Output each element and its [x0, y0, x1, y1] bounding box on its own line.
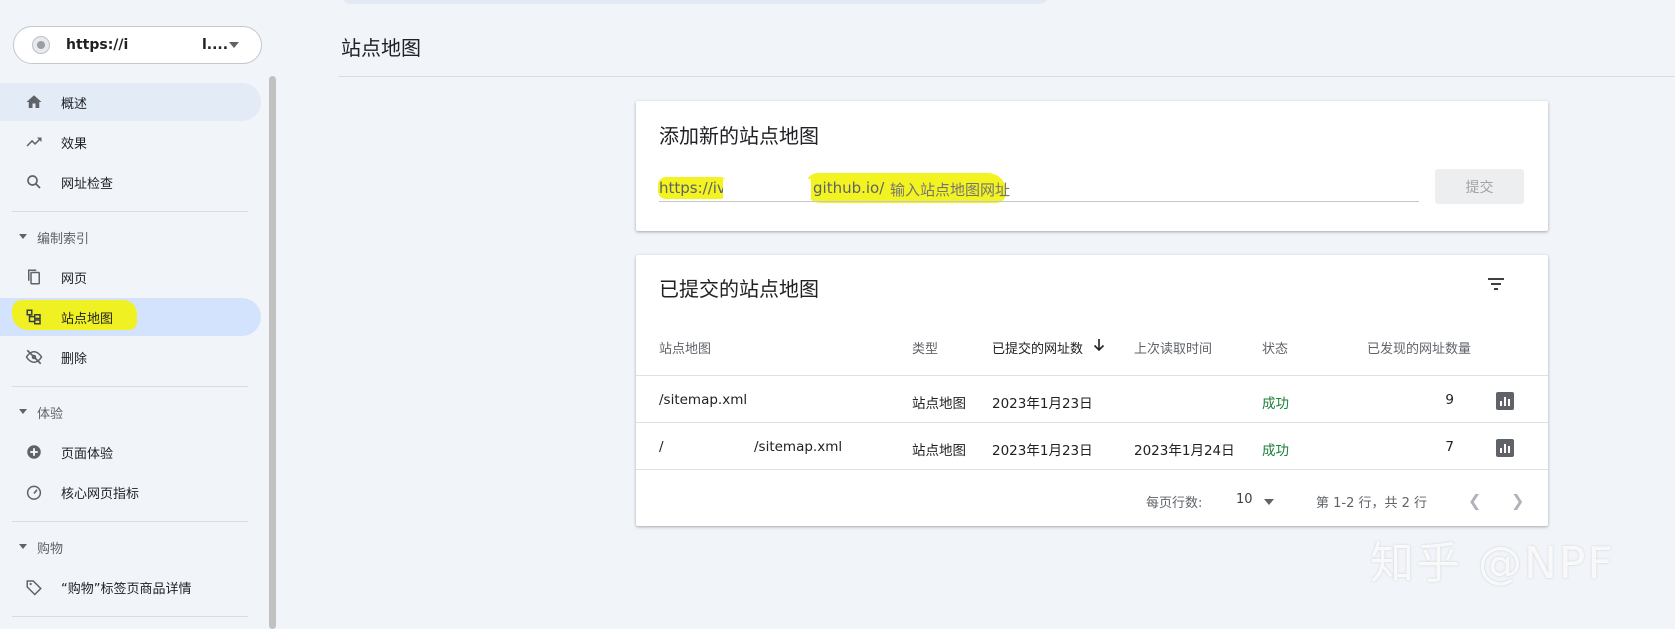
redaction-mask	[723, 179, 811, 199]
sidebar-item-label: 核心网页指标	[61, 487, 140, 502]
last-read-date: 2023年1月24日	[1134, 443, 1235, 459]
sidebar-item-label: 网页	[61, 272, 88, 287]
sidebar-item-label: 效果	[61, 137, 88, 152]
rows-per-page-select[interactable]: 10	[1236, 492, 1253, 507]
sitemap-path[interactable]: /sitemap.xml	[659, 392, 747, 408]
tag-icon	[26, 580, 42, 596]
submit-button[interactable]: 提交	[1435, 169, 1524, 204]
discovered-count: 7	[1445, 439, 1454, 455]
sidebar-item-core-web-vitals[interactable]: 核心网页指标	[0, 473, 261, 511]
sidebar-item-label: 站点地图	[61, 312, 114, 327]
sidebar-item-overview[interactable]: 概述	[0, 83, 261, 121]
card-title: 添加新的站点地图	[659, 124, 819, 148]
pages-icon	[28, 269, 40, 285]
sitemap-path-prefix: /	[659, 439, 664, 455]
sidebar-item-pages[interactable]: 网页	[0, 258, 261, 296]
sitemap-type: 站点地图	[912, 443, 966, 459]
redaction-mask	[139, 35, 199, 55]
column-header-last-read[interactable]: 上次读取时间	[1134, 338, 1212, 357]
add-sitemap-card: 添加新的站点地图 https://ivan github.io/ 提交	[636, 101, 1548, 231]
collapse-triangle-icon	[19, 234, 27, 239]
divider	[12, 386, 248, 387]
chevron-right-icon[interactable]: ❯	[1511, 491, 1524, 510]
submitted-date: 2023年1月23日	[992, 443, 1093, 459]
search-icon	[27, 175, 41, 189]
property-url-suffix: l....	[202, 37, 229, 53]
submitted-date: 2023年1月23日	[992, 396, 1093, 412]
property-url: https://i	[66, 37, 129, 53]
column-header-sitemap[interactable]: 站点地图	[659, 338, 711, 357]
home-icon	[26, 95, 42, 108]
rows-per-page-label: 每页行数:	[1146, 496, 1203, 511]
sidebar-scrollbar[interactable]	[269, 76, 276, 629]
speedometer-icon	[26, 485, 42, 500]
sidebar-item-performance[interactable]: 效果	[0, 123, 261, 161]
page-title: 站点地图	[341, 36, 421, 60]
bar-chart-icon[interactable]	[1496, 392, 1514, 410]
status-success: 成功	[1262, 396, 1289, 412]
sidebar-item-label: 网址检查	[61, 177, 114, 192]
divider	[12, 616, 248, 617]
sidebar-item-url-inspection[interactable]: 网址检查	[0, 163, 261, 201]
sitemap-type: 站点地图	[912, 396, 966, 412]
chevron-down-icon[interactable]	[1264, 499, 1274, 505]
row-divider	[636, 469, 1548, 470]
bar-chart-icon[interactable]	[1496, 439, 1514, 457]
sidebar-item-shopping-tab-listings[interactable]: “购物”标签页商品详情	[0, 568, 261, 606]
input-underline	[659, 201, 1419, 202]
sitemap-url-input[interactable]	[890, 181, 1410, 199]
section-title: 体验	[37, 407, 64, 422]
sidebar-item-page-experience[interactable]: 页面体验	[0, 433, 261, 471]
discovered-count: 9	[1445, 392, 1454, 408]
sidebar-item-label: 页面体验	[61, 447, 114, 462]
pagination-range: 第 1-2 行，共 2 行	[1316, 496, 1428, 511]
card-title: 已提交的站点地图	[659, 277, 819, 301]
sitemap-icon	[26, 309, 41, 325]
section-experience[interactable]: 体验	[0, 397, 261, 427]
section-shopping[interactable]: 购物	[0, 532, 261, 562]
divider	[12, 211, 248, 212]
collapse-triangle-icon	[19, 409, 27, 414]
section-title: 编制索引	[37, 232, 90, 247]
sitemap-url-prefix-domain: github.io/	[813, 179, 885, 197]
column-header-status[interactable]: 状态	[1262, 338, 1288, 357]
section-indexing[interactable]: 编制索引	[0, 222, 261, 252]
filter-icon[interactable]	[1484, 273, 1508, 297]
add-circle-icon	[27, 445, 41, 459]
search-bar[interactable]	[340, 0, 1050, 4]
sidebar-item-label: 概述	[61, 97, 88, 112]
chevron-left-icon[interactable]: ❮	[1468, 491, 1481, 510]
arrow-down-icon[interactable]	[1092, 337, 1106, 353]
watermark: 知乎 @NPF	[1370, 538, 1615, 589]
sidebar-item-label: 删除	[61, 352, 88, 367]
status-success: 成功	[1262, 443, 1289, 459]
column-header-discovered[interactable]: 已发现的网址数量	[1367, 338, 1471, 357]
row-divider	[636, 422, 1548, 423]
trending-up-icon	[26, 137, 42, 147]
sidebar-item-sitemaps[interactable]: 站点地图	[0, 298, 261, 336]
property-selector[interactable]: https://i l....	[13, 26, 262, 64]
globe-icon	[32, 36, 50, 54]
section-title: 购物	[37, 542, 64, 557]
submitted-sitemaps-card: 已提交的站点地图 站点地图 类型 已提交的网址数 上次读取时间 状态 已发现的网…	[636, 255, 1548, 526]
visibility-off-icon	[25, 349, 43, 365]
divider	[12, 521, 248, 522]
sidebar-item-removals[interactable]: 删除	[0, 338, 261, 376]
header-divider	[338, 76, 1675, 77]
sitemap-path[interactable]: /sitemap.xml	[754, 439, 842, 455]
collapse-triangle-icon	[19, 544, 27, 549]
column-header-type[interactable]: 类型	[912, 338, 938, 357]
column-header-submitted[interactable]: 已提交的网址数	[992, 338, 1083, 357]
sidebar-item-label: “购物”标签页商品详情	[61, 582, 192, 597]
row-divider	[636, 375, 1548, 376]
chevron-down-icon[interactable]	[229, 42, 239, 48]
